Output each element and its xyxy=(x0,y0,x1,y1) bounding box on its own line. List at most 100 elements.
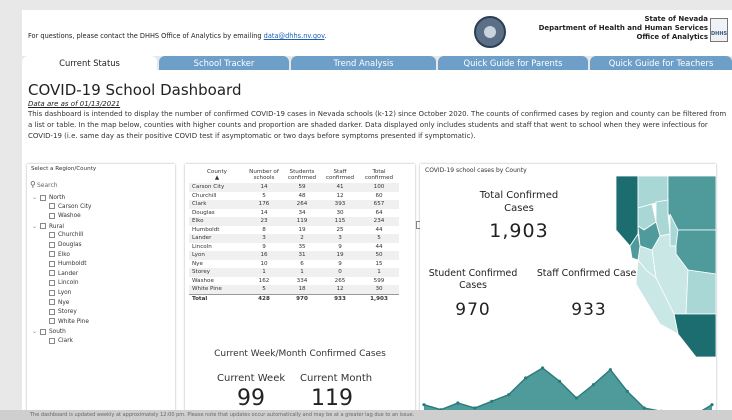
checkbox[interactable] xyxy=(49,279,55,286)
table-row[interactable]: Nye 10 6 9 15 xyxy=(189,260,399,269)
table-row[interactable]: Lincoln 9 35 9 44 xyxy=(189,243,399,252)
checkbox[interactable] xyxy=(49,212,55,219)
table-cell: 0 xyxy=(321,268,359,277)
expand-icon[interactable]: ⌄ xyxy=(32,222,40,231)
region-item-douglas[interactable]: Douglas xyxy=(49,241,82,250)
checkbox[interactable] xyxy=(40,194,46,201)
checkbox[interactable] xyxy=(49,289,55,296)
column-header-students[interactable]: Students confirmed xyxy=(283,167,321,183)
trend-point[interactable] xyxy=(625,389,629,393)
table-cell: 9 xyxy=(262,243,266,250)
region-item-white-pine[interactable]: White Pine xyxy=(49,318,89,327)
dashboard-description: This dashboard is intended to display th… xyxy=(28,110,727,140)
trend-point[interactable] xyxy=(456,401,460,405)
checkbox[interactable] xyxy=(49,337,55,344)
region-item-storey[interactable]: Storey xyxy=(49,308,77,317)
region-item-lyon[interactable]: Lyon xyxy=(49,289,71,298)
region-item-lincoln[interactable]: Lincoln xyxy=(49,279,79,288)
trend-point[interactable] xyxy=(524,376,528,380)
table-cell: Churchill xyxy=(192,192,217,199)
checkbox[interactable] xyxy=(49,270,55,277)
region-item-south[interactable]: ⌄ South xyxy=(32,327,66,336)
data-as-of: Data are as of 01/13/2021 xyxy=(28,100,121,108)
trend-point[interactable] xyxy=(574,396,579,400)
table-cell: 30 xyxy=(359,285,399,294)
checkbox[interactable] xyxy=(49,251,55,258)
table-cell: 176 xyxy=(245,200,283,209)
column-header-staff[interactable]: Staff confirmed xyxy=(321,167,359,183)
expand-icon[interactable]: ⌄ xyxy=(32,327,40,336)
checkbox[interactable] xyxy=(49,241,55,248)
map-county-elko[interactable] xyxy=(667,175,716,231)
search-icon[interactable]: ⚲ xyxy=(30,180,36,189)
map-county-clark[interactable] xyxy=(673,313,716,358)
table-row[interactable]: Humboldt 8 19 25 44 xyxy=(189,226,399,235)
map-county-lincoln[interactable] xyxy=(685,269,716,315)
trend-point[interactable] xyxy=(540,366,545,370)
table-row[interactable]: White Pine 5 18 12 30 xyxy=(189,285,399,294)
region-item-rural[interactable]: ⌄ Rural xyxy=(32,222,64,231)
expand-icon[interactable]: ⌄ xyxy=(32,193,40,202)
trend-point[interactable] xyxy=(557,379,562,383)
table-cell: 12 xyxy=(321,285,359,294)
region-item-label: Clark xyxy=(58,338,73,344)
trend-point[interactable] xyxy=(710,403,714,407)
table-row[interactable]: Churchill 5 48 12 60 xyxy=(189,192,399,201)
column-header-total[interactable]: Total confirmed xyxy=(359,167,399,183)
checkbox[interactable] xyxy=(40,223,46,230)
checkbox[interactable] xyxy=(49,308,55,315)
region-item-churchill[interactable]: Churchill xyxy=(49,231,83,240)
checkbox[interactable] xyxy=(49,260,55,267)
table-cell: 8 xyxy=(262,226,266,233)
checkbox[interactable] xyxy=(40,328,46,335)
tab-current-status[interactable]: Current Status xyxy=(22,56,157,70)
map-county-washoe[interactable] xyxy=(616,175,639,247)
checkbox[interactable] xyxy=(49,231,55,238)
region-item-washoe[interactable]: Washoe xyxy=(49,212,81,221)
trend-point[interactable] xyxy=(608,368,612,372)
column-header-schools[interactable]: Number of schools xyxy=(245,167,283,183)
table-cell: 19 xyxy=(321,251,359,260)
checkbox[interactable] xyxy=(49,203,55,210)
table-row[interactable]: Douglas 14 34 30 64 xyxy=(189,209,399,218)
table-cell: 44 xyxy=(375,226,383,233)
region-item-north[interactable]: ⌄ North xyxy=(32,193,65,202)
table-row[interactable]: Washoe 162 334 265 599 xyxy=(189,277,399,286)
agency-line-2: Department of Health and Human Services xyxy=(538,24,708,32)
table-row[interactable]: Clark 176 264 393 657 xyxy=(189,200,399,209)
region-item-elko[interactable]: Elko xyxy=(49,251,70,260)
region-item-label: Carson City xyxy=(58,203,92,210)
trend-point[interactable] xyxy=(490,399,494,403)
table-row[interactable]: Storey 1 1 0 1 xyxy=(189,268,399,277)
tab-quick-guide-teachers[interactable]: Quick Guide for Teachers xyxy=(590,56,732,70)
region-item-lander[interactable]: Lander xyxy=(49,270,78,279)
region-item-label: Lyon xyxy=(58,290,72,296)
checkbox[interactable] xyxy=(49,318,55,325)
region-item-carson-city[interactable]: Carson City xyxy=(49,203,91,212)
nevada-county-map[interactable] xyxy=(616,174,716,359)
tab-school-tracker[interactable]: School Tracker xyxy=(159,56,289,70)
contact-email-link[interactable]: data@dhhs.nv.gov xyxy=(264,32,325,40)
region-item-clark[interactable]: Clark xyxy=(49,337,73,346)
search-input[interactable]: Search xyxy=(37,182,58,189)
tab-trend-analysis[interactable]: Trend Analysis xyxy=(291,56,436,70)
region-item-nye[interactable]: Nye xyxy=(49,299,69,308)
table-row[interactable]: Elko 23 119 115 234 xyxy=(189,217,399,226)
table-cell: 15 xyxy=(375,260,383,267)
region-item-humboldt[interactable]: Humboldt xyxy=(49,260,86,269)
table-row[interactable]: Lyon 16 31 19 50 xyxy=(189,251,399,260)
table-cell: 31 xyxy=(283,251,321,260)
column-header-county[interactable]: County ▲ xyxy=(189,167,245,183)
table-cell: Washoe xyxy=(192,277,214,284)
checkbox[interactable] xyxy=(49,299,55,306)
tab-quick-guide-parents[interactable]: Quick Guide for Parents xyxy=(438,56,588,70)
table-cell: 264 xyxy=(283,200,321,209)
table-cell: Carson City xyxy=(189,183,245,192)
region-item-label: South xyxy=(49,329,66,336)
table-row[interactable]: Lander 3 2 3 5 xyxy=(189,234,399,243)
table-row[interactable]: Carson City 14 59 41 100 xyxy=(189,183,399,192)
sort-ascending-icon[interactable]: ▲ xyxy=(215,175,219,181)
trend-point[interactable] xyxy=(591,383,596,387)
trend-point[interactable] xyxy=(422,403,426,407)
trend-point[interactable] xyxy=(507,393,511,397)
